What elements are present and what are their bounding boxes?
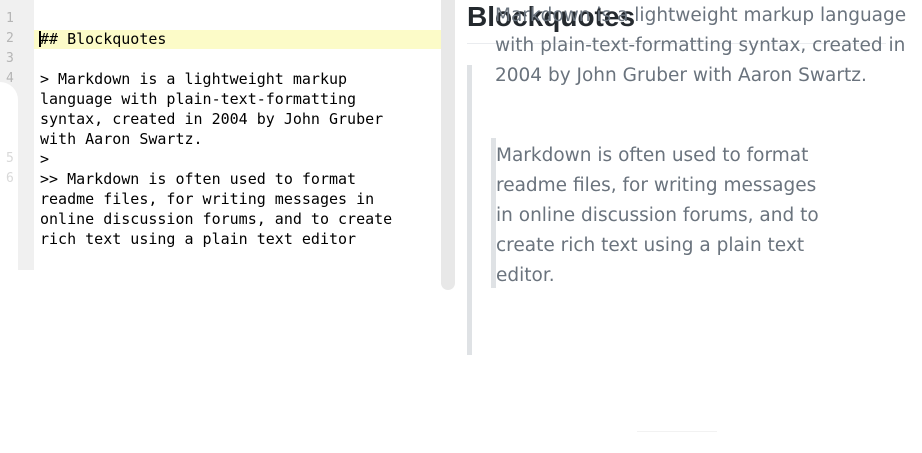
code-line[interactable]: >> Markdown is often used to format	[40, 169, 356, 189]
code-line[interactable]: > Markdown is a lightweight markup	[40, 69, 347, 89]
code-line[interactable]: language with plain-text-formatting	[40, 89, 356, 109]
line-number: 5	[6, 151, 14, 166]
code-line[interactable]: readme files, for writing messages in	[40, 189, 374, 209]
editor-scrollbar[interactable]	[441, 0, 455, 290]
line-number: 1	[6, 11, 14, 26]
code-line[interactable]: rich text using a plain text editor	[40, 229, 356, 249]
code-line[interactable]: syntax, created in 2004 by John Gruber	[40, 109, 383, 129]
blockquote-nested: Markdown is often used to format readme …	[496, 145, 819, 286]
markdown-editor[interactable]: 1 2 3 4 5 6 ## Blockquotes > Markdown is…	[0, 0, 455, 453]
blockquote-outer: Markdown is a lightweight markup languag…	[495, 5, 907, 86]
code-line[interactable]: >	[40, 149, 49, 169]
code-line[interactable]: ## Blockquotes	[40, 29, 166, 49]
line-number: 6	[6, 171, 14, 186]
divider	[637, 431, 717, 432]
code-line[interactable]: online discussion forums, and to create	[40, 209, 392, 229]
line-number: 2	[6, 31, 14, 46]
text-cursor	[39, 31, 41, 47]
line-number: 4	[6, 71, 14, 86]
gutter-overlay	[0, 82, 18, 362]
line-number: 3	[6, 51, 14, 66]
code-line[interactable]: with Aaron Swartz.	[40, 129, 203, 149]
markdown-preview: Blockquotes Markdown is a lightweight ma…	[455, 0, 922, 453]
